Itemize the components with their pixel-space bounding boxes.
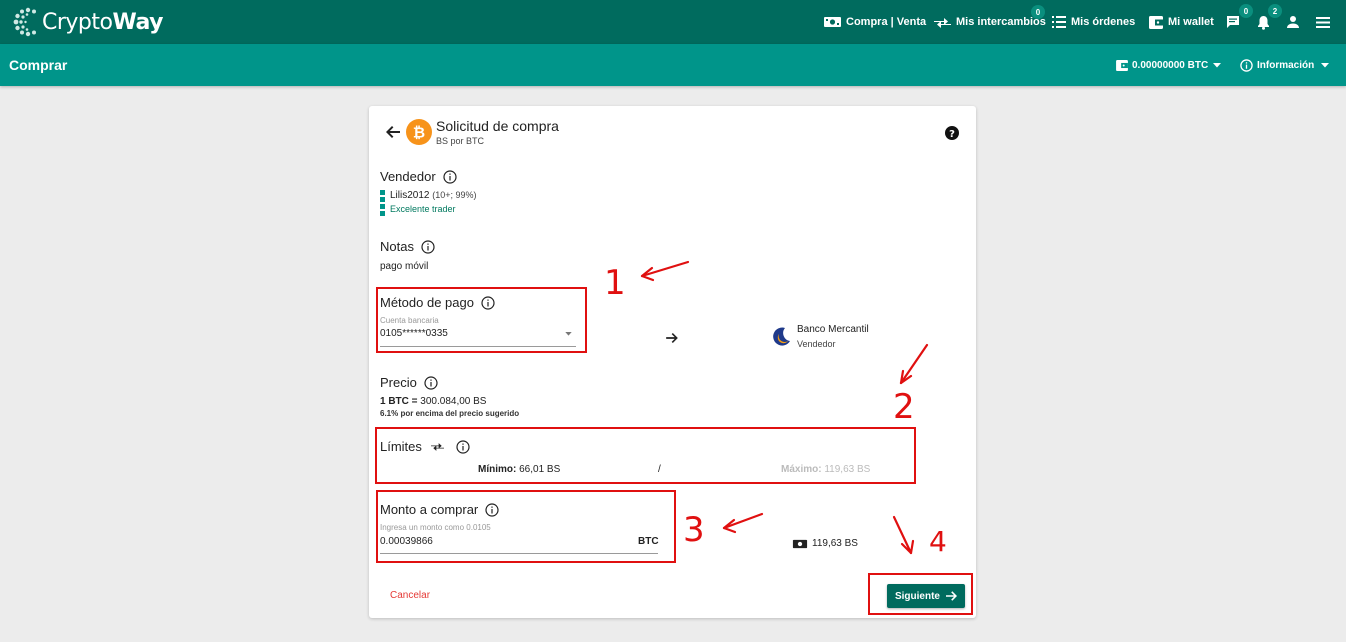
top-navbar: CryptoWay Compra | Venta Mis intercambio… — [0, 0, 1346, 44]
svg-text:₿: ₿ — [413, 124, 425, 142]
nav-exchanges-label: Mis intercambios — [956, 16, 1046, 28]
bank-name: Banco Mercantil — [797, 324, 869, 335]
cancel-button[interactable]: Cancelar — [390, 590, 430, 601]
hamburger-icon — [1316, 16, 1330, 28]
amount-bs-value: 119,63 BS — [812, 538, 858, 549]
seller-label: Vendedor — [380, 169, 436, 184]
info-icon[interactable] — [424, 375, 438, 390]
nav-exchanges[interactable]: Mis intercambios — [934, 0, 1046, 44]
bitcoin-icon: ₿ — [406, 119, 432, 150]
back-button[interactable] — [386, 125, 400, 143]
card-subtitle: BS por BTC — [436, 136, 485, 146]
page-header-bar: Comprar 0.00000000 BTC Información — [0, 44, 1346, 86]
nav-buy-sell-label: Compra | Venta — [846, 16, 927, 28]
annotation-box-payment — [376, 287, 587, 353]
wallet-icon — [1149, 15, 1163, 29]
logo-text-bold: Way — [112, 9, 163, 35]
annotation-box-limits — [375, 427, 916, 484]
caret-down-icon — [1321, 62, 1330, 67]
nav-orders-label: Mis órdenes — [1071, 16, 1136, 28]
user-icon — [1287, 16, 1299, 28]
info-dropdown[interactable]: Información — [1240, 44, 1330, 86]
notes-label: Notas — [380, 239, 414, 254]
nav-wallet[interactable]: Mi wallet — [1149, 0, 1214, 44]
price-note: 6.1% por encima del precio sugerido — [380, 409, 520, 418]
nav-wallet-label: Mi wallet — [1168, 16, 1214, 28]
wallet-icon — [1116, 59, 1128, 71]
price-value: 300.084,00 BS — [420, 396, 487, 407]
amount-bs: 119,63 BS — [792, 538, 858, 549]
price-section-label: Precio — [380, 375, 438, 390]
bank-logo-icon — [771, 326, 791, 351]
arrow-right-icon — [666, 330, 678, 348]
notes-value: pago móvil — [380, 261, 429, 272]
annotation-box-next — [868, 573, 973, 615]
swap-icon — [934, 18, 951, 28]
annotation-box-amount — [376, 490, 676, 563]
chat-icon — [1227, 16, 1239, 28]
help-button[interactable]: ? — [945, 126, 959, 145]
account-button[interactable] — [1287, 0, 1299, 44]
price-label: Precio — [380, 375, 417, 390]
nav-buy-sell[interactable]: Compra | Venta — [824, 0, 926, 44]
app-logo[interactable]: CryptoWay — [12, 4, 163, 40]
page-title: Comprar — [9, 57, 68, 73]
bell-icon — [1258, 15, 1269, 30]
chat-button[interactable] — [1226, 0, 1240, 44]
trader-rank-bar — [380, 190, 385, 216]
list-icon — [1052, 16, 1066, 28]
price-btc: 1 BTC = — [380, 396, 418, 407]
seller-name-row[interactable]: Lilis2012 (10+; 99%) — [390, 190, 477, 201]
seller-section-label: Vendedor — [380, 169, 457, 184]
arrow-left-icon — [386, 126, 400, 138]
seller-stats: (10+; 99%) — [432, 190, 477, 200]
svg-text:?: ? — [949, 129, 955, 140]
nav-orders[interactable]: Mis órdenes — [1052, 0, 1135, 44]
balance-dropdown[interactable]: 0.00000000 BTC — [1116, 44, 1222, 86]
info-icon[interactable] — [443, 169, 457, 184]
info-icon — [1240, 58, 1253, 72]
info-label: Información — [1257, 59, 1315, 71]
bank-role: Vendedor — [797, 339, 836, 349]
cash-icon — [824, 17, 841, 27]
seller-name: Lilis2012 — [390, 190, 430, 201]
chat-badge: 0 — [1239, 4, 1253, 18]
seller-rank: Excelente trader — [390, 204, 456, 214]
balance-value: 0.00000000 BTC — [1132, 59, 1209, 71]
notifications-badge: 2 — [1268, 4, 1282, 18]
card-title: Solicitud de compra — [436, 118, 559, 134]
logo-icon — [13, 7, 36, 37]
caret-down-icon — [1213, 62, 1222, 67]
notes-section-label: Notas — [380, 239, 435, 254]
info-icon[interactable] — [421, 239, 435, 254]
logo-text-light: Crypto — [42, 9, 113, 35]
menu-button[interactable] — [1316, 0, 1330, 44]
exchanges-badge: 0 — [1031, 5, 1045, 19]
price-row: 1 BTC = 300.084,00 BS — [380, 396, 486, 407]
help-icon: ? — [945, 126, 959, 140]
cash-icon — [792, 539, 808, 548]
